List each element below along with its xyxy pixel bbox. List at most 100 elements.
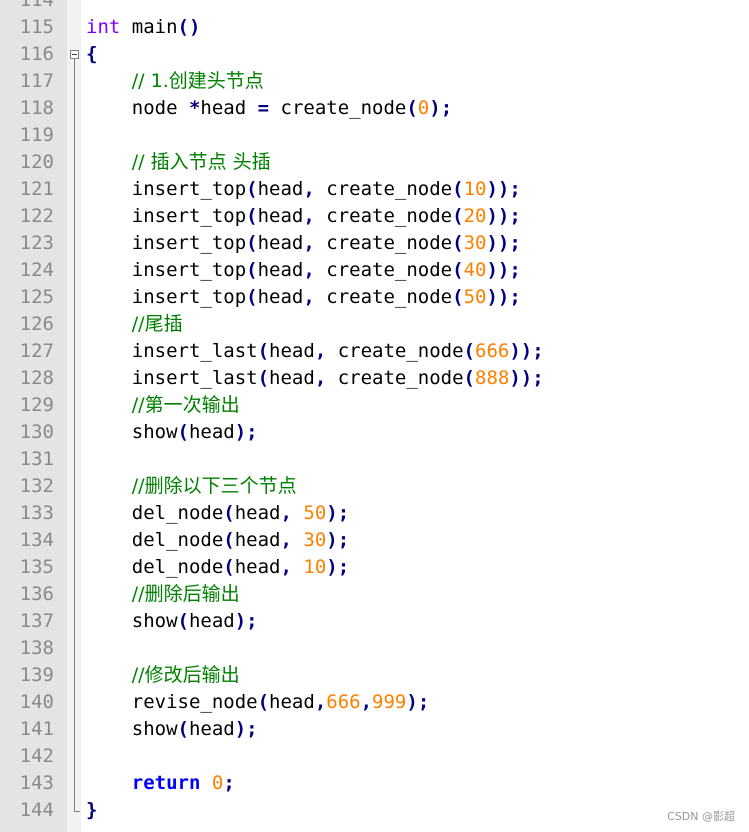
- code-token: ));: [486, 232, 521, 254]
- code-line[interactable]: 144}: [0, 797, 749, 824]
- line-number: 114: [19, 0, 54, 11]
- code-line[interactable]: 114: [0, 0, 749, 14]
- code-token: insert_last: [86, 340, 258, 362]
- line-number: 121: [19, 178, 54, 200]
- code-token: del_node: [86, 529, 224, 551]
- line-number: 118: [19, 97, 54, 119]
- code-line[interactable]: 137 show(head);: [0, 608, 749, 635]
- code-line[interactable]: 124 insert_top(head, create_node(40));: [0, 257, 749, 284]
- code-token: main: [120, 16, 178, 38]
- code-line[interactable]: 140 revise_node(head,666,999);: [0, 689, 749, 716]
- code-text[interactable]: return 0;: [86, 770, 235, 797]
- code-text[interactable]: del_node(head, 30);: [86, 527, 349, 554]
- code-token: (: [246, 178, 258, 200]
- line-number: 138: [19, 637, 54, 659]
- code-line[interactable]: 121 insert_top(head, create_node(10));: [0, 176, 749, 203]
- code-text[interactable]: insert_top(head, create_node(50));: [86, 284, 521, 311]
- code-line[interactable]: 136 //删除后输出: [0, 581, 749, 608]
- code-line[interactable]: 139 //修改后输出: [0, 662, 749, 689]
- line-number: 134: [19, 529, 54, 551]
- code-text[interactable]: //删除后输出: [86, 581, 240, 608]
- code-line[interactable]: 142: [0, 743, 749, 770]
- code-line[interactable]: 131: [0, 446, 749, 473]
- code-token: (: [223, 556, 235, 578]
- code-token: 10: [303, 556, 327, 578]
- code-token: 40: [463, 259, 487, 281]
- code-text[interactable]: // 1.创建头节点: [86, 68, 264, 95]
- code-token: //删除以下三个节点: [131, 475, 297, 497]
- code-text[interactable]: //尾插: [86, 311, 183, 338]
- code-text[interactable]: del_node(head, 10);: [86, 554, 349, 581]
- code-token: create_node: [314, 232, 453, 254]
- code-token: insert_top: [86, 286, 247, 308]
- line-number: 129: [19, 394, 54, 416]
- code-token: ,: [303, 286, 315, 308]
- code-line[interactable]: 135 del_node(head, 10);: [0, 554, 749, 581]
- code-line[interactable]: 134 del_node(head, 30);: [0, 527, 749, 554]
- code-text[interactable]: insert_top(head, create_node(40));: [86, 257, 521, 284]
- code-line[interactable]: 125 insert_top(head, create_node(50));: [0, 284, 749, 311]
- code-text[interactable]: revise_node(head,666,999);: [86, 689, 430, 716]
- code-token: head: [200, 97, 258, 119]
- code-text[interactable]: show(head);: [86, 419, 258, 446]
- fold-toggle-icon[interactable]: [70, 49, 79, 59]
- code-text[interactable]: // 插入节点 头插: [86, 149, 271, 176]
- code-line[interactable]: 130 show(head);: [0, 419, 749, 446]
- code-line[interactable]: 133 del_node(head, 50);: [0, 500, 749, 527]
- code-text[interactable]: //删除以下三个节点: [86, 473, 297, 500]
- code-text[interactable]: show(head);: [86, 716, 258, 743]
- code-text[interactable]: show(head);: [86, 608, 258, 635]
- code-text[interactable]: int main(): [86, 14, 200, 41]
- code-line[interactable]: 127 insert_last(head, create_node(666));: [0, 338, 749, 365]
- code-text[interactable]: }: [86, 797, 97, 824]
- line-number: 132: [19, 475, 54, 497]
- code-line[interactable]: 138: [0, 635, 749, 662]
- code-text[interactable]: insert_top(head, create_node(10));: [86, 176, 521, 203]
- code-token: ;: [223, 772, 235, 794]
- code-token: (: [177, 610, 189, 632]
- code-line[interactable]: 126 //尾插: [0, 311, 749, 338]
- code-line[interactable]: 115 int main(): [0, 14, 749, 41]
- code-line[interactable]: 120 // 插入节点 头插: [0, 149, 749, 176]
- code-token: //尾插: [131, 313, 183, 335]
- code-token: 10: [463, 178, 487, 200]
- code-line[interactable]: 128 insert_last(head, create_node(888));: [0, 365, 749, 392]
- code-line[interactable]: 117 // 1.创建头节点: [0, 68, 749, 95]
- code-token: ));: [486, 205, 521, 227]
- code-line[interactable]: 132 //删除以下三个节点: [0, 473, 749, 500]
- fold-end-marker: [74, 810, 80, 812]
- code-text[interactable]: node *head = create_node(0);: [86, 95, 452, 122]
- code-token: );: [234, 610, 258, 632]
- code-line[interactable]: 116 {: [0, 41, 749, 68]
- code-text[interactable]: del_node(head, 50);: [86, 500, 349, 527]
- code-line[interactable]: 118 node *head = create_node(0);: [0, 95, 749, 122]
- code-token: head: [234, 502, 281, 524]
- code-editor[interactable]: 114 115 int main() 116 {117 // 1.创建头节点 118 no…: [0, 0, 749, 832]
- code-text[interactable]: insert_last(head, create_node(666));: [86, 338, 544, 365]
- code-line[interactable]: 119: [0, 122, 749, 149]
- code-token: );: [326, 556, 350, 578]
- code-text[interactable]: insert_top(head, create_node(20));: [86, 203, 521, 230]
- code-line[interactable]: 143 return 0;: [0, 770, 749, 797]
- line-number: 143: [19, 772, 54, 794]
- code-text[interactable]: insert_last(head, create_node(888));: [86, 365, 544, 392]
- code-text[interactable]: //修改后输出: [86, 662, 240, 689]
- code-line[interactable]: 141 show(head);: [0, 716, 749, 743]
- code-token: (: [463, 340, 475, 362]
- line-number: 127: [19, 340, 54, 362]
- code-text[interactable]: insert_top(head, create_node(30));: [86, 230, 521, 257]
- code-token: (: [177, 718, 189, 740]
- code-line[interactable]: 122 insert_top(head, create_node(20));: [0, 203, 749, 230]
- code-text[interactable]: {: [86, 41, 97, 68]
- code-token: (: [246, 232, 258, 254]
- code-line[interactable]: 129 //第一次输出: [0, 392, 749, 419]
- code-text[interactable]: //第一次输出: [86, 392, 240, 419]
- line-number: 130: [19, 421, 54, 443]
- code-line[interactable]: 123 insert_top(head, create_node(30));: [0, 230, 749, 257]
- code-token: head: [269, 691, 315, 713]
- line-number: 116: [19, 43, 54, 65]
